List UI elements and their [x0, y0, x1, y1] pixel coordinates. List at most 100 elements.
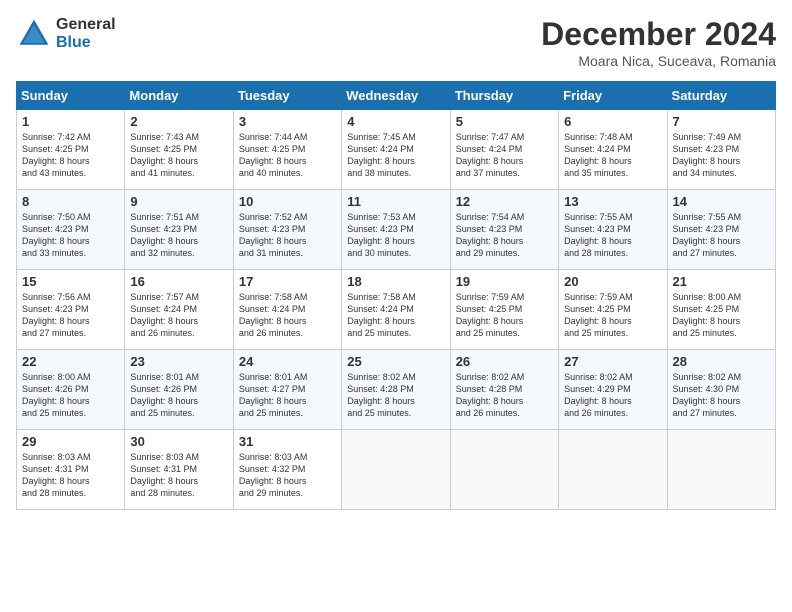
day-number: 29 — [22, 434, 119, 449]
header-row: SundayMondayTuesdayWednesdayThursdayFrid… — [17, 82, 776, 110]
calendar-cell: 19 Sunrise: 7:59 AMSunset: 4:25 PMDayligh… — [450, 270, 558, 350]
day-of-week-header: Monday — [125, 82, 233, 110]
calendar-cell: 20Sunrise: 7:59 AMSunset: 4:25 PMDayligh… — [559, 270, 667, 350]
calendar-body: 1Sunrise: 7:42 AMSunset: 4:25 PMDaylight… — [17, 110, 776, 510]
cell-content: Sunrise: 7:59 AMSunset: 4:25 PMDaylight:… — [456, 291, 553, 340]
day-of-week-header: Tuesday — [233, 82, 341, 110]
page-header: General Blue December 2024 Moara Nica, S… — [16, 16, 776, 69]
calendar-cell: 18 Sunrise: 7:58 AMSunset: 4:24 PMDayligh… — [342, 270, 450, 350]
calendar-week-row: 8 Sunrise: 7:50 AMSunset: 4:23 PMDaylight… — [17, 190, 776, 270]
day-number: 16 — [130, 274, 227, 289]
day-number: 6 — [564, 114, 661, 129]
calendar-week-row: 1Sunrise: 7:42 AMSunset: 4:25 PMDaylight… — [17, 110, 776, 190]
calendar-cell: 15Sunrise: 7:56 AMSunset: 4:23 PMDayligh… — [17, 270, 125, 350]
day-number: 8 — [22, 194, 119, 209]
calendar-cell: 3Sunrise: 7:44 AMSunset: 4:25 PMDaylight… — [233, 110, 341, 190]
cell-content: Sunrise: 7:48 AMSunset: 4:24 PMDaylight:… — [564, 131, 661, 180]
calendar-cell — [450, 430, 558, 510]
logo-blue-text: Blue — [56, 34, 116, 52]
cell-content: Sunrise: 8:00 AMSunset: 4:25 PMDaylight:… — [673, 291, 770, 340]
cell-content: Sunrise: 8:01 AMSunset: 4:27 PMDaylight:… — [239, 371, 336, 420]
calendar-cell: 1Sunrise: 7:42 AMSunset: 4:25 PMDaylight… — [17, 110, 125, 190]
day-number: 19 — [456, 274, 553, 289]
logo-text: General Blue — [56, 16, 116, 51]
day-number: 22 — [22, 354, 119, 369]
month-title: December 2024 — [541, 16, 776, 53]
cell-content: Sunrise: 7:55 AMSunset: 4:23 PMDaylight:… — [564, 211, 661, 260]
day-number: 31 — [239, 434, 336, 449]
cell-content: Sunrise: 7:56 AMSunset: 4:23 PMDaylight:… — [22, 291, 119, 340]
day-number: 12 — [456, 194, 553, 209]
calendar-cell: 21 Sunrise: 8:00 AMSunset: 4:25 PMDayligh… — [667, 270, 775, 350]
day-number: 9 — [130, 194, 227, 209]
cell-content: Sunrise: 7:54 AMSunset: 4:23 PMDaylight:… — [456, 211, 553, 260]
calendar-cell: 12 Sunrise: 7:54 AMSunset: 4:23 PMDayligh… — [450, 190, 558, 270]
logo-general-text: General — [56, 16, 116, 34]
day-number: 5 — [456, 114, 553, 129]
cell-content: Sunrise: 7:51 AMSunset: 4:23 PMDaylight:… — [130, 211, 227, 260]
day-number: 25 — [347, 354, 444, 369]
calendar-cell: 2 Sunrise: 7:43 AMSunset: 4:25 PMDaylight… — [125, 110, 233, 190]
calendar-cell: 10Sunrise: 7:52 AMSunset: 4:23 PMDayligh… — [233, 190, 341, 270]
day-number: 28 — [673, 354, 770, 369]
day-number: 30 — [130, 434, 227, 449]
day-number: 24 — [239, 354, 336, 369]
cell-content: Sunrise: 7:57 AMSunset: 4:24 PMDaylight:… — [130, 291, 227, 340]
calendar-cell: 29 Sunrise: 8:03 AMSunset: 4:31 PMDayligh… — [17, 430, 125, 510]
logo: General Blue — [16, 16, 116, 52]
calendar-cell: 6 Sunrise: 7:48 AMSunset: 4:24 PMDaylight… — [559, 110, 667, 190]
day-of-week-header: Thursday — [450, 82, 558, 110]
cell-content: Sunrise: 7:49 AMSunset: 4:23 PMDaylight:… — [673, 131, 770, 180]
day-of-week-header: Saturday — [667, 82, 775, 110]
calendar-cell: 26 Sunrise: 8:02 AMSunset: 4:28 PMDayligh… — [450, 350, 558, 430]
cell-content: Sunrise: 7:53 AMSunset: 4:23 PMDaylight:… — [347, 211, 444, 260]
calendar-cell: 4 Sunrise: 7:45 AMSunset: 4:24 PMDaylight… — [342, 110, 450, 190]
day-number: 3 — [239, 114, 336, 129]
calendar-cell: 22 Sunrise: 8:00 AMSunset: 4:26 PMDayligh… — [17, 350, 125, 430]
cell-content: Sunrise: 8:02 AMSunset: 4:28 PMDaylight:… — [456, 371, 553, 420]
calendar-cell — [559, 430, 667, 510]
cell-content: Sunrise: 7:58 AMSunset: 4:24 PMDaylight:… — [347, 291, 444, 340]
calendar-cell: 11 Sunrise: 7:53 AMSunset: 4:23 PMDayligh… — [342, 190, 450, 270]
day-number: 21 — [673, 274, 770, 289]
day-number: 4 — [347, 114, 444, 129]
day-of-week-header: Wednesday — [342, 82, 450, 110]
day-of-week-header: Sunday — [17, 82, 125, 110]
cell-content: Sunrise: 8:02 AMSunset: 4:28 PMDaylight:… — [347, 371, 444, 420]
cell-content: Sunrise: 7:47 AMSunset: 4:24 PMDaylight:… — [456, 131, 553, 180]
day-number: 26 — [456, 354, 553, 369]
day-number: 13 — [564, 194, 661, 209]
calendar-week-row: 29 Sunrise: 8:03 AMSunset: 4:31 PMDayligh… — [17, 430, 776, 510]
cell-content: Sunrise: 7:43 AMSunset: 4:25 PMDaylight:… — [130, 131, 227, 180]
day-number: 18 — [347, 274, 444, 289]
day-number: 17 — [239, 274, 336, 289]
day-number: 2 — [130, 114, 227, 129]
calendar-cell: 24 Sunrise: 8:01 AMSunset: 4:27 PMDayligh… — [233, 350, 341, 430]
day-number: 14 — [673, 194, 770, 209]
calendar-cell: 16 Sunrise: 7:57 AMSunset: 4:24 PMDayligh… — [125, 270, 233, 350]
calendar-week-row: 15Sunrise: 7:56 AMSunset: 4:23 PMDayligh… — [17, 270, 776, 350]
cell-content: Sunrise: 8:03 AMSunset: 4:31 PMDaylight:… — [22, 451, 119, 500]
day-number: 10 — [239, 194, 336, 209]
calendar-cell: 23Sunrise: 8:01 AMSunset: 4:26 PMDayligh… — [125, 350, 233, 430]
cell-content: Sunrise: 8:00 AMSunset: 4:26 PMDaylight:… — [22, 371, 119, 420]
calendar-cell: 31Sunrise: 8:03 AMSunset: 4:32 PMDayligh… — [233, 430, 341, 510]
calendar-cell: 7 Sunrise: 7:49 AMSunset: 4:23 PMDaylight… — [667, 110, 775, 190]
calendar-cell: 17Sunrise: 7:58 AMSunset: 4:24 PMDayligh… — [233, 270, 341, 350]
calendar-table: SundayMondayTuesdayWednesdayThursdayFrid… — [16, 81, 776, 510]
calendar-cell: 14 Sunrise: 7:55 AMSunset: 4:23 PMDayligh… — [667, 190, 775, 270]
calendar-cell: 5 Sunrise: 7:47 AMSunset: 4:24 PMDaylight… — [450, 110, 558, 190]
calendar-cell: 28Sunrise: 8:02 AMSunset: 4:30 PMDayligh… — [667, 350, 775, 430]
day-number: 27 — [564, 354, 661, 369]
calendar-cell — [342, 430, 450, 510]
title-block: December 2024 Moara Nica, Suceava, Roman… — [541, 16, 776, 69]
cell-content: Sunrise: 7:45 AMSunset: 4:24 PMDaylight:… — [347, 131, 444, 180]
logo-icon — [16, 16, 52, 52]
day-number: 7 — [673, 114, 770, 129]
day-number: 11 — [347, 194, 444, 209]
cell-content: Sunrise: 7:55 AMSunset: 4:23 PMDaylight:… — [673, 211, 770, 260]
cell-content: Sunrise: 7:42 AMSunset: 4:25 PMDaylight:… — [22, 131, 119, 180]
day-number: 23 — [130, 354, 227, 369]
cell-content: Sunrise: 7:50 AMSunset: 4:23 PMDaylight:… — [22, 211, 119, 260]
cell-content: Sunrise: 7:59 AMSunset: 4:25 PMDaylight:… — [564, 291, 661, 340]
